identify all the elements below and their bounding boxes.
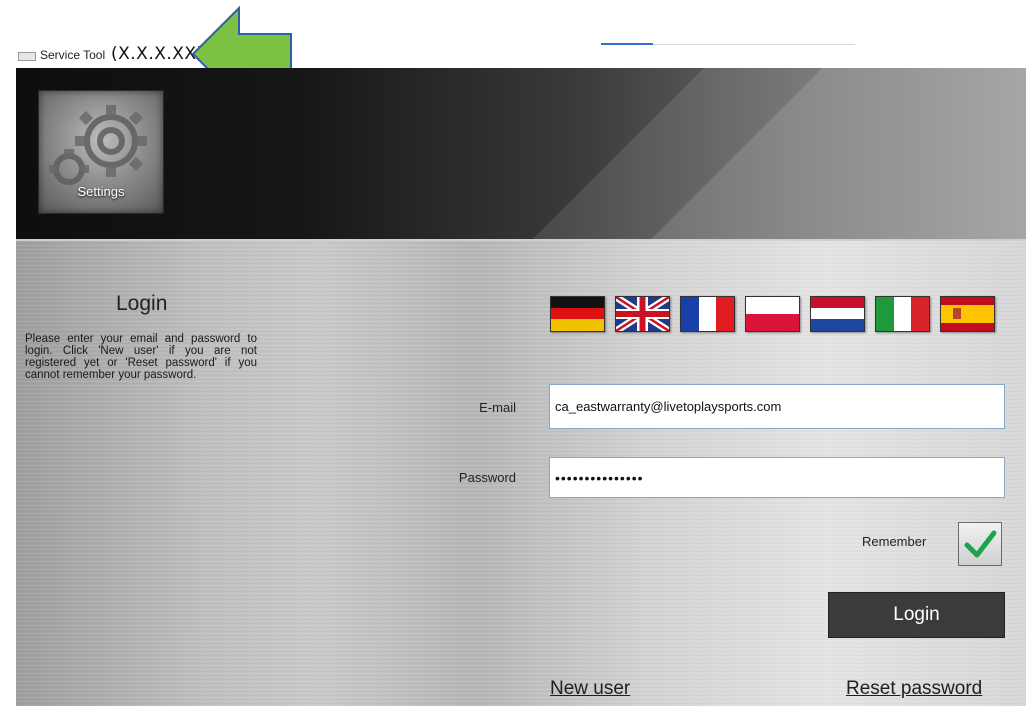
flag-dutch-button[interactable]: [810, 296, 865, 332]
window-titlebar: Service Tool (X.X.X.XX): [0, 0, 1026, 102]
flag-german-button[interactable]: [550, 296, 605, 332]
reset-password-link[interactable]: Reset password: [846, 678, 982, 700]
window-title: Service Tool: [40, 48, 106, 62]
settings-button[interactable]: Settings: [38, 90, 164, 214]
remember-checkbox[interactable]: [958, 522, 1002, 566]
password-field[interactable]: [549, 457, 1005, 498]
keyboard-icon: [18, 52, 36, 61]
flag-spanish-button[interactable]: [940, 296, 995, 332]
tab-indicator: [601, 43, 653, 45]
flag-polish-button[interactable]: [745, 296, 800, 332]
remember-label: Remember: [862, 534, 927, 549]
login-button[interactable]: Login: [828, 592, 1005, 638]
password-label: Password: [458, 470, 516, 485]
email-label: E-mail: [479, 400, 516, 415]
checkmark-icon: [964, 530, 997, 558]
flag-english-button[interactable]: [615, 296, 670, 332]
login-panel: Login Please enter your email and passwo…: [16, 239, 1026, 706]
email-field[interactable]: [549, 384, 1005, 429]
settings-label: Settings: [77, 184, 125, 199]
app-header: Settings: [16, 68, 1026, 239]
flag-italian-button[interactable]: [875, 296, 930, 332]
login-help-text: Please enter your email and password to …: [25, 333, 257, 381]
new-user-link[interactable]: New user: [550, 678, 630, 700]
flag-french-button[interactable]: [680, 296, 735, 332]
login-title: Login: [116, 292, 168, 315]
tab-divider: [653, 44, 855, 45]
